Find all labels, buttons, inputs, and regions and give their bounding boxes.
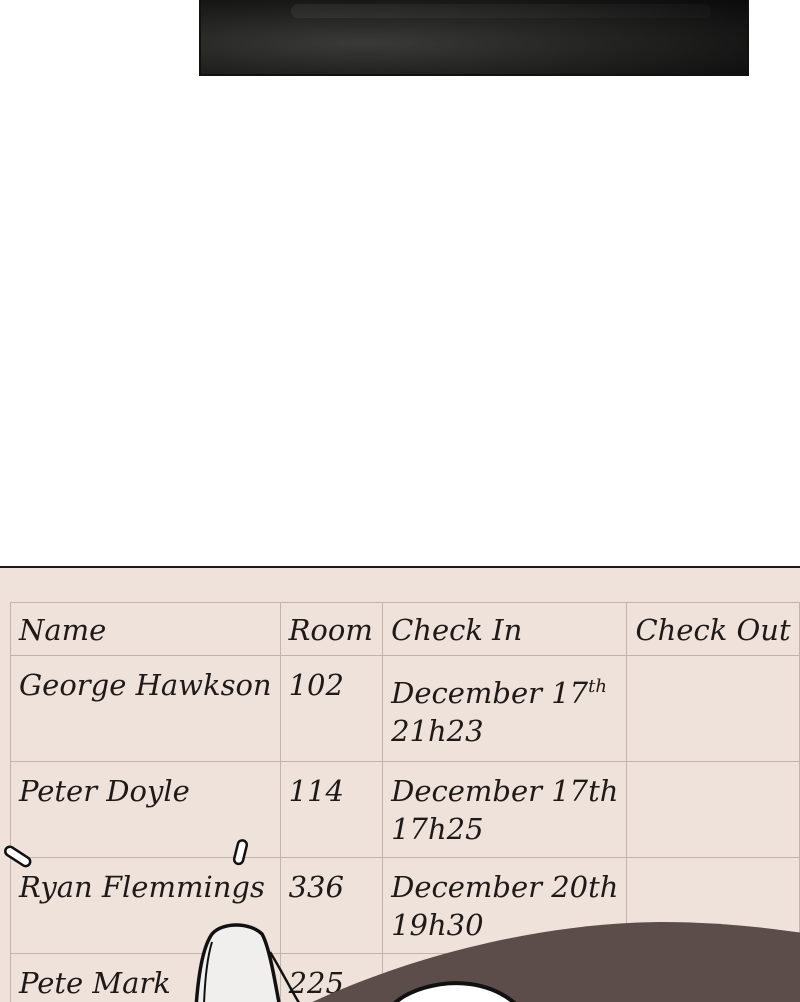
guest-name-cell: George Hawkson — [11, 656, 281, 762]
header-name: Name — [11, 603, 281, 656]
check-in-date: December 20 — [391, 974, 588, 1002]
room-number-cell: 336 — [280, 858, 382, 954]
guest-register-table: Name Room Check In Check Out George Hawk… — [10, 602, 800, 1002]
check-out-cell — [627, 762, 800, 858]
ordinal-suffix: th — [588, 974, 607, 995]
header-check-in: Check In — [383, 603, 627, 656]
check-in-date-line: December 17th — [391, 674, 618, 712]
header-room: Room — [280, 603, 382, 656]
guest-register-panel: Name Room Check In Check Out George Hawk… — [0, 566, 800, 1002]
table-row: Peter Doyle 114 December 17th 17h25 — [11, 762, 800, 858]
header-check-out: Check Out — [627, 603, 800, 656]
check-in-time: 19h30 — [391, 906, 618, 944]
check-in-cell: December 17th 17h25 — [383, 762, 627, 858]
table-row: Pete Mark 225 December 20th — [11, 954, 800, 1002]
guest-name-cell: Ryan Flemmings — [11, 858, 281, 954]
guest-name-cell: Pete Mark — [11, 954, 281, 1002]
check-in-cell: December 20th 19h30 — [383, 858, 627, 954]
table-header-row: Name Room Check In Check Out — [11, 603, 800, 656]
guest-name-cell: Peter Doyle — [11, 762, 281, 858]
top-panel-dark-scene — [199, 0, 749, 76]
check-in-date: December 17 — [391, 676, 588, 710]
check-in-date: December 20th — [391, 868, 618, 906]
check-out-cell — [627, 954, 800, 1002]
room-number-cell: 102 — [280, 656, 382, 762]
check-out-cell — [627, 656, 800, 762]
room-number-cell: 225 — [280, 954, 382, 1002]
table-row: Ryan Flemmings 336 December 20th 19h30 — [11, 858, 800, 954]
dark-scene-detail — [291, 4, 711, 18]
room-number-cell: 114 — [280, 762, 382, 858]
check-in-date-line: December 20th — [391, 972, 618, 1002]
check-in-cell: December 20th — [383, 954, 627, 1002]
check-in-time: 17h25 — [391, 810, 618, 848]
check-out-cell — [627, 858, 800, 954]
check-in-time: 21h23 — [391, 712, 618, 750]
ordinal-suffix: th — [588, 676, 607, 697]
table-row: George Hawkson 102 December 17th 21h23 — [11, 656, 800, 762]
check-in-cell: December 17th 21h23 — [383, 656, 627, 762]
check-in-date: December 17th — [391, 772, 618, 810]
